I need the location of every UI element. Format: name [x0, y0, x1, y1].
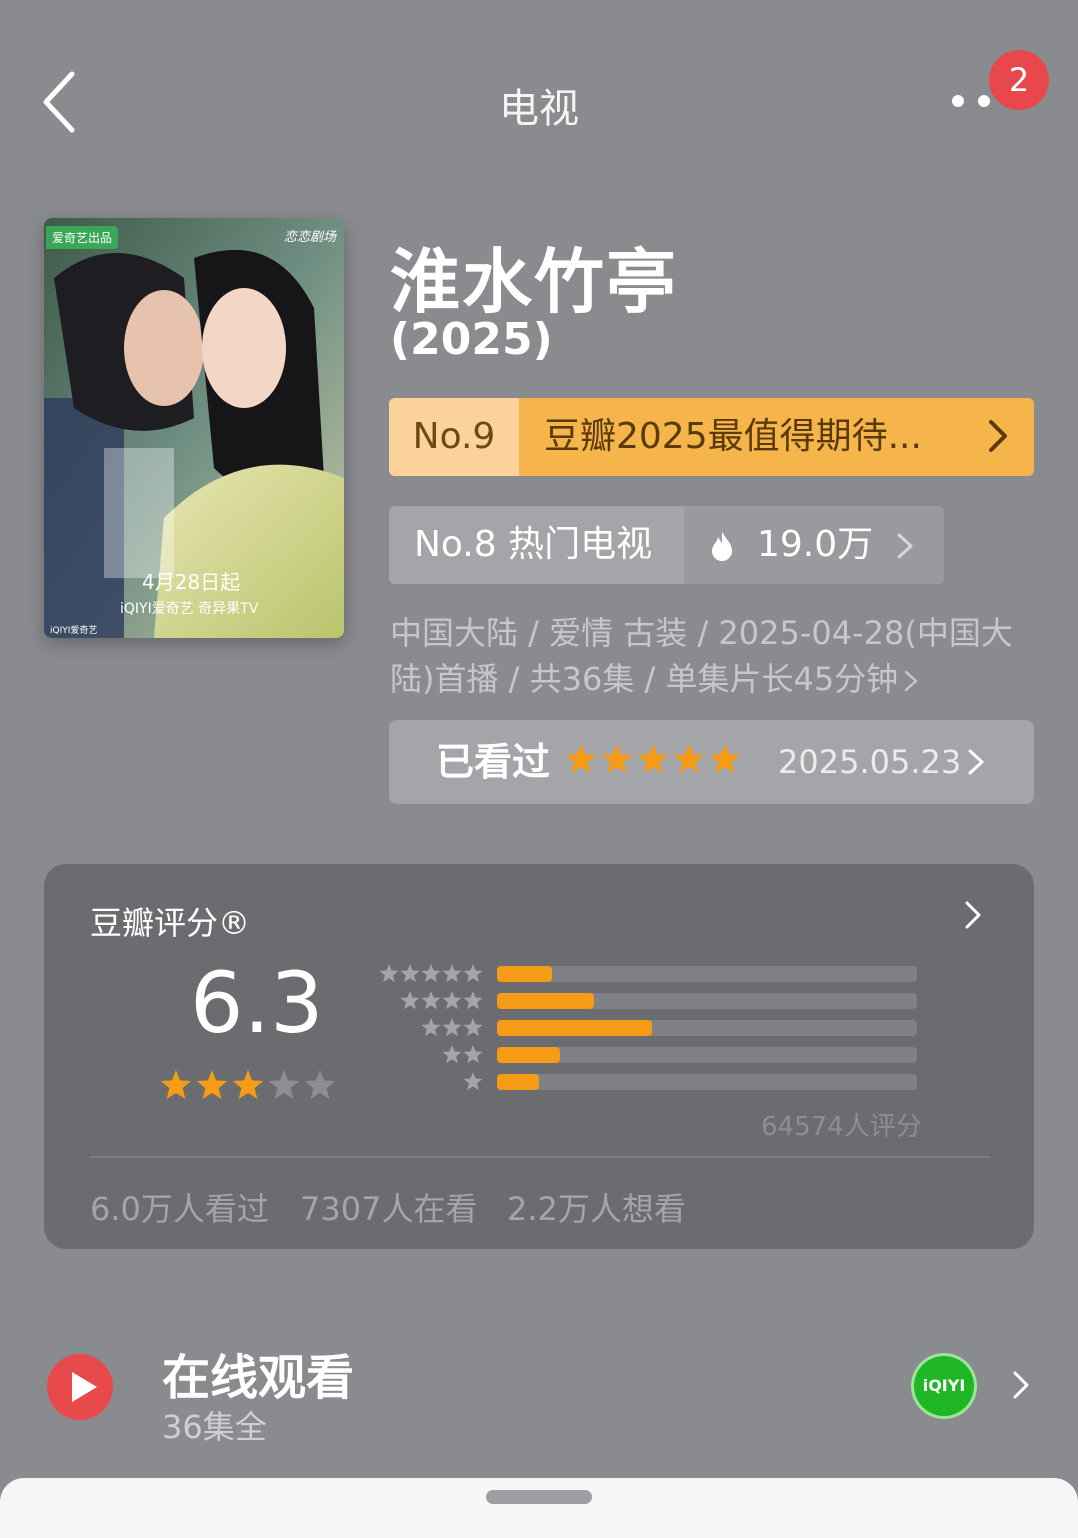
- poster-platform: iQIYI爱奇艺 奇异果TV: [120, 601, 259, 617]
- rating-score: 6.3: [190, 954, 324, 1052]
- star-filled-icon: [565, 744, 597, 773]
- ranking-number: No.9: [389, 398, 519, 476]
- online-watch-title[interactable]: 在线观看: [162, 1338, 354, 1408]
- star-filled-icon: [421, 964, 441, 983]
- fire-icon: [712, 531, 732, 561]
- stat-wish[interactable]: 2.2万人想看: [507, 1184, 686, 1230]
- rating-row-stars: [421, 1018, 483, 1037]
- bottom-sheet[interactable]: [0, 1478, 1078, 1538]
- poster-producer-tag: 爱奇艺出品: [46, 226, 119, 249]
- poster-footer: iQIYI爱奇艺: [50, 626, 98, 636]
- rating-bar-track: [497, 1020, 917, 1036]
- rating-bar-fill: [497, 1074, 539, 1090]
- rating-row-4-star: [374, 991, 484, 1011]
- poster-image[interactable]: 爱奇艺出品 恋恋剧场 4月28日起 iQIYI爱奇艺 奇异果TV iQIYI爱奇…: [44, 218, 344, 638]
- star-filled-icon: [160, 1070, 192, 1099]
- rating-bar-track: [497, 1047, 917, 1063]
- more-options-icon[interactable]: [950, 92, 994, 110]
- show-year: (2025): [390, 314, 553, 365]
- star-filled-icon: [442, 964, 462, 983]
- rating-bar-track: [497, 966, 917, 982]
- chevron-right-icon: [897, 533, 913, 559]
- play-triangle-icon: [72, 1372, 97, 1402]
- star-filled-icon: [421, 1018, 441, 1037]
- star-filled-icon: [442, 1018, 462, 1037]
- hot-count-section: 19.0万: [684, 506, 944, 584]
- watched-status-bar[interactable]: 已看过 2025.05.23: [389, 720, 1034, 804]
- star-filled-icon: [601, 744, 633, 773]
- ranking-list-label: 豆瓣2025最值得期待...: [544, 416, 922, 457]
- rating-row-stars: [400, 991, 483, 1010]
- star-filled-icon: [400, 991, 420, 1010]
- chevron-right-icon[interactable]: [1012, 1370, 1030, 1400]
- user-rating-stars: [565, 744, 741, 773]
- chevron-right-icon: [904, 670, 918, 692]
- hot-ranking-label: No.8 热门电视: [414, 524, 653, 565]
- rating-row-stars: [442, 1045, 483, 1064]
- poster-release-date: 4月28日起: [142, 570, 241, 594]
- star-filled-icon: [421, 991, 441, 1010]
- star-filled-icon: [673, 744, 705, 773]
- chevron-right-icon: [968, 749, 984, 775]
- play-icon[interactable]: [47, 1354, 113, 1420]
- rating-row-5-star: [374, 964, 484, 984]
- online-watch-subtitle: 36集全: [162, 1408, 267, 1446]
- star-filled-icon: [463, 1072, 483, 1091]
- rating-vote-count: 64574人评分: [761, 1112, 922, 1142]
- show-meta-info[interactable]: 中国大陆 / 爱情 古装 / 2025-04-28(中国大陆)首播 / 共36集…: [390, 610, 1020, 702]
- hot-ranking-bar[interactable]: No.8 热门电视 19.0万: [389, 506, 944, 584]
- hot-count: 19.0万: [757, 524, 874, 565]
- star-filled-icon: [442, 1045, 462, 1064]
- rating-score-stars: [160, 1070, 336, 1099]
- douban-rating-card[interactable]: 豆瓣评分® 6.3 64574人评分 6.0万人看过 7307人在看 2.2万人…: [44, 864, 1034, 1249]
- rating-row-2-star: [374, 1045, 484, 1065]
- rating-bar-track: [497, 993, 917, 1009]
- star-filled-icon: [463, 964, 483, 983]
- page-title: 电视: [499, 86, 579, 132]
- rating-bar-fill: [497, 966, 552, 982]
- star-filled-icon: [442, 991, 462, 1010]
- show-title: 淮水竹亭: [390, 241, 678, 323]
- ranking-list-banner[interactable]: No.9 豆瓣2025最值得期待...: [389, 398, 1034, 476]
- iqiyi-icon-label: iQIYI: [922, 1376, 966, 1395]
- meta-text: 中国大陆 / 爱情 古装 / 2025-04-28(中国大陆)首播 / 共36集…: [390, 614, 1013, 698]
- rating-row-1-star: [374, 1072, 484, 1092]
- star-filled-icon: [400, 964, 420, 983]
- watched-date: 2025.05.23: [778, 743, 962, 781]
- rating-card-title: 豆瓣评分®: [90, 904, 251, 942]
- star-filled-icon: [379, 964, 399, 983]
- star-empty-icon: [304, 1070, 336, 1099]
- star-filled-icon: [463, 1018, 483, 1037]
- stat-watched[interactable]: 6.0万人看过: [90, 1184, 269, 1230]
- rating-row-stars: [463, 1072, 483, 1091]
- rating-row-3-star: [374, 1018, 484, 1038]
- star-filled-icon: [463, 1045, 483, 1064]
- star-empty-icon: [268, 1070, 300, 1099]
- iqiyi-icon[interactable]: iQIYI: [914, 1356, 974, 1416]
- divider: [90, 1156, 990, 1158]
- rating-bar-fill: [497, 993, 594, 1009]
- rating-bar-fill: [497, 1047, 560, 1063]
- rating-bar-fill: [497, 1020, 652, 1036]
- star-filled-icon: [463, 991, 483, 1010]
- chevron-right-icon: [965, 901, 981, 929]
- poster-brand: 恋恋剧场: [283, 230, 336, 245]
- star-filled-icon: [232, 1070, 264, 1099]
- star-filled-icon: [709, 744, 741, 773]
- star-filled-icon: [196, 1070, 228, 1099]
- star-filled-icon: [637, 744, 669, 773]
- rating-bar-track: [497, 1074, 917, 1090]
- watched-label: 已看过: [436, 740, 551, 784]
- chevron-right-icon: [989, 420, 1007, 452]
- notification-badge[interactable]: 2: [989, 50, 1049, 110]
- sheet-drag-handle[interactable]: [486, 1490, 592, 1504]
- rating-row-stars: [379, 964, 483, 983]
- stat-watching[interactable]: 7307人在看: [300, 1184, 477, 1230]
